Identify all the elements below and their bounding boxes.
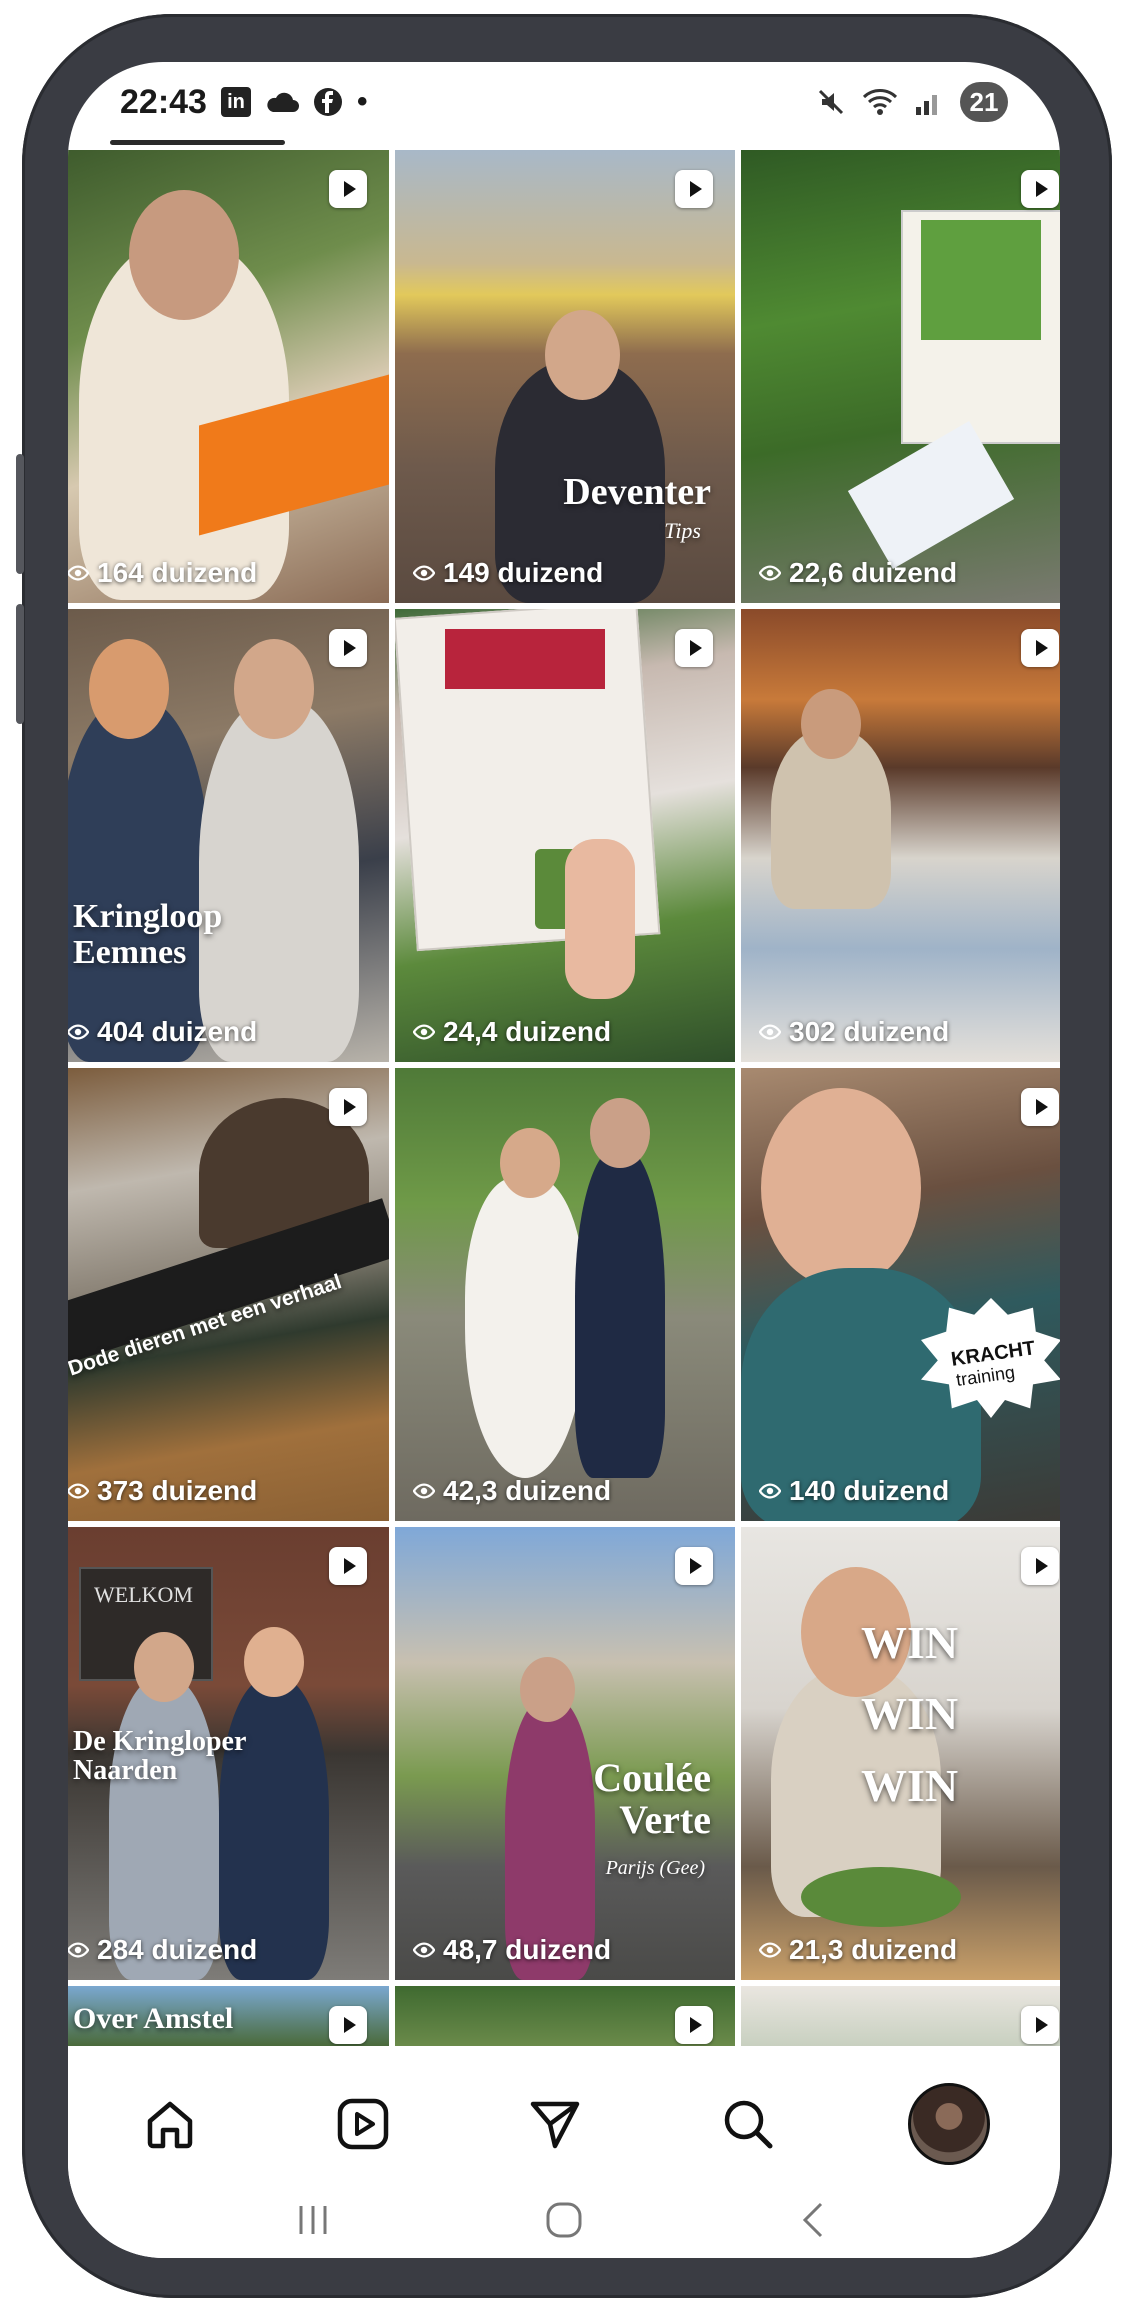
screen: 22:43 in • 21 164 duizend Deventer Tips … xyxy=(68,62,1060,2258)
bottom-nav xyxy=(68,2064,1060,2184)
reel-tile[interactable]: 22,6 duizend xyxy=(741,150,1060,603)
eye-icon xyxy=(68,565,89,581)
view-count: 284 duizend xyxy=(68,1934,257,1966)
reel-tile[interactable]: Kringloop Eemnes 404 duizend xyxy=(68,609,389,1062)
clock: 22:43 xyxy=(120,82,207,121)
eye-icon xyxy=(413,565,435,581)
cloud-icon xyxy=(267,92,299,112)
volume-button xyxy=(16,604,24,724)
view-count: 140 duizend xyxy=(759,1475,949,1507)
tile-title: Over Amstel xyxy=(73,2002,234,2035)
view-count: 48,7 duizend xyxy=(413,1934,611,1966)
profile-avatar[interactable] xyxy=(908,2083,990,2165)
eye-icon xyxy=(413,1483,435,1499)
eye-icon xyxy=(759,1483,781,1499)
view-count: 24,4 duizend xyxy=(413,1016,611,1048)
reel-icon xyxy=(675,170,713,208)
system-nav xyxy=(68,2182,1060,2258)
battery-badge: 21 xyxy=(960,82,1008,122)
reel-tile[interactable]: 42,3 duizend xyxy=(395,1068,735,1521)
reel-tile[interactable]: 24,4 duizend xyxy=(395,609,735,1062)
reel-icon xyxy=(675,1547,713,1585)
reel-icon xyxy=(1021,1547,1059,1585)
home-button-icon[interactable] xyxy=(534,2190,594,2250)
eye-icon xyxy=(759,1024,781,1040)
reel-icon xyxy=(329,1547,367,1585)
reel-icon xyxy=(1021,629,1059,667)
reel-tile[interactable]: Over Amstel xyxy=(68,1986,389,2046)
reel-icon xyxy=(1021,2006,1059,2044)
tile-title: WIN WIN WIN xyxy=(861,1617,959,1811)
signal-icon xyxy=(916,95,937,115)
eye-icon xyxy=(68,1483,89,1499)
view-count: 42,3 duizend xyxy=(413,1475,611,1507)
tile-title: Coulée Verte xyxy=(593,1755,711,1842)
eye-icon xyxy=(68,1024,89,1040)
reel-tile[interactable]: WELKOM De Kringloper Naarden 284 duizend xyxy=(68,1527,389,1980)
eye-icon xyxy=(759,565,781,581)
reel-tile[interactable]: KRACHT training 140 duizend xyxy=(741,1068,1060,1521)
tile-subtitle: Parijs (Gee) xyxy=(605,1857,705,1879)
reel-tile[interactable]: WIN WIN WIN 21,3 duizend xyxy=(741,1527,1060,1980)
linkedin-icon: in xyxy=(220,87,251,117)
reel-icon xyxy=(1021,1088,1059,1126)
direct-icon[interactable] xyxy=(523,2092,587,2156)
eye-icon xyxy=(413,1024,435,1040)
view-count: 302 duizend xyxy=(759,1016,949,1048)
reels-grid: 164 duizend Deventer Tips 149 duizend 22… xyxy=(68,150,1060,2046)
facebook-icon xyxy=(313,88,342,116)
tile-title: Deventer xyxy=(563,471,711,513)
status-bar: 22:43 in • 21 xyxy=(68,62,1060,142)
dot-icon: • xyxy=(356,85,368,118)
eye-icon xyxy=(413,1942,435,1958)
eye-icon xyxy=(759,1942,781,1958)
tile-title: Kringloop Eemnes xyxy=(73,898,223,971)
reel-icon xyxy=(329,2006,367,2044)
recents-icon[interactable] xyxy=(283,2190,343,2250)
reel-tile[interactable]: Coulée Verte Parijs (Gee) 48,7 duizend xyxy=(395,1527,735,1980)
view-count: 404 duizend xyxy=(68,1016,257,1048)
view-count: 149 duizend xyxy=(413,557,603,589)
search-icon[interactable] xyxy=(716,2092,780,2156)
reel-tile[interactable]: Deventer Tips 149 duizend xyxy=(395,150,735,603)
view-count: 21,3 duizend xyxy=(759,1934,957,1966)
reels-icon[interactable] xyxy=(331,2092,395,2156)
reel-icon xyxy=(329,629,367,667)
reel-tile[interactable] xyxy=(395,1986,735,2046)
reel-icon xyxy=(1021,170,1059,208)
view-count: 22,6 duizend xyxy=(759,557,957,589)
eye-icon xyxy=(68,1942,89,1958)
reel-icon xyxy=(329,170,367,208)
reel-tile[interactable]: 164 duizend xyxy=(68,150,389,603)
view-count: 164 duizend xyxy=(68,557,257,589)
reel-icon xyxy=(329,1088,367,1126)
wifi-icon xyxy=(862,89,898,115)
home-icon[interactable] xyxy=(138,2092,202,2156)
reel-tile[interactable]: Dode dieren met een verhaal 373 duizend xyxy=(68,1068,389,1521)
sign-text: WELKOM xyxy=(94,1582,193,1607)
mute-icon xyxy=(818,89,844,115)
back-icon[interactable] xyxy=(785,2190,845,2250)
tile-title: De Kringloper Naarden xyxy=(73,1726,247,1787)
reel-tile[interactable]: 302 duizend xyxy=(741,609,1060,1062)
tile-subtitle: Tips xyxy=(664,518,701,543)
volume-button xyxy=(16,454,24,574)
reel-tile[interactable] xyxy=(741,1986,1060,2046)
view-count: 373 duizend xyxy=(68,1475,257,1507)
reel-icon xyxy=(675,2006,713,2044)
reel-icon xyxy=(675,629,713,667)
status-underline xyxy=(110,140,285,145)
